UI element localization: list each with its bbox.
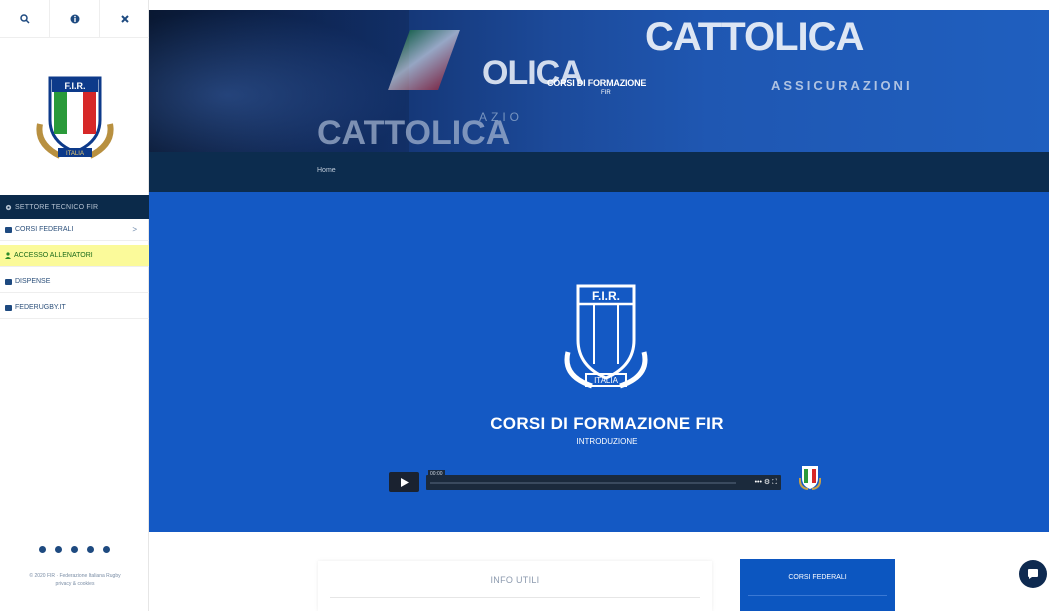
video-subtitle: INTRODUZIONE (576, 437, 638, 446)
privacy-link[interactable]: privacy & cookies (10, 580, 140, 588)
divider (330, 597, 700, 598)
copyright-line: © 2020 FIR · Federazione Italiana Rugby (29, 573, 121, 579)
divider (748, 595, 887, 596)
chat-button[interactable] (1019, 560, 1047, 588)
breadcrumb-home[interactable]: Home (317, 167, 336, 174)
page-title: CORSI DI FORMAZIONE (547, 78, 647, 88)
chevron-right-icon: > (132, 225, 137, 234)
flickr-icon[interactable] (103, 546, 110, 553)
sidebar: F.I.R. ITALIA SETTORE TECNICO FIR CORSI … (0, 0, 149, 611)
copyright-text: © 2020 FIR · Federazione Italiana Rugby … (10, 572, 140, 588)
video-progress-bar[interactable]: 00:00 ••• ⚙ ⛶ (426, 469, 781, 490)
search-icon (19, 13, 30, 24)
svg-text:ITALIA: ITALIA (66, 151, 84, 157)
hero-banner: CATTOLICA ASSICURAZIONI OLICA AZIO CATTO… (149, 10, 1049, 152)
play-button[interactable] (389, 472, 419, 492)
sidebar-item-accesso-allenatori[interactable]: ACCESSO ALLENATORI (0, 245, 149, 267)
fir-logo[interactable]: F.I.R. ITALIA (0, 38, 149, 190)
facebook-icon[interactable] (39, 546, 46, 553)
user-icon (5, 252, 11, 259)
sidebar-item-dispense[interactable]: DISPENSE (0, 271, 149, 293)
video-section: F.I.R. ITALIA CORSI DI FORMAZIONE FIR IN… (149, 192, 1049, 532)
gear-icon (5, 204, 12, 210)
instagram-icon[interactable] (71, 546, 78, 553)
twitter-icon[interactable] (55, 546, 62, 553)
fir-mini-crest-icon (799, 466, 821, 490)
corsi-federali-card[interactable]: CORSI FEDERALI (740, 559, 895, 611)
svg-text:F.I.R.: F.I.R. (64, 81, 85, 91)
list-icon (5, 226, 12, 233)
breadcrumb: Home (149, 152, 1049, 192)
page-subtitle: FIR (601, 90, 611, 96)
info-card: INFO UTILI (318, 561, 712, 611)
video-player[interactable]: 00:00 ••• ⚙ ⛶ (389, 469, 789, 492)
corsi-card-title: CORSI FEDERALI (788, 574, 847, 581)
document-icon (5, 278, 12, 285)
sidebar-top-toolbar (0, 0, 149, 38)
page: F.I.R. ITALIA SETTORE TECNICO FIR CORSI … (0, 0, 1049, 611)
external-link-icon (5, 304, 12, 311)
svg-text:ITALIA: ITALIA (594, 376, 619, 385)
nav-header-label: SETTORE TECNICO FIR (15, 203, 99, 211)
video-track[interactable] (430, 481, 736, 484)
svg-text:F.I.R.: F.I.R. (592, 289, 620, 303)
play-icon (400, 477, 409, 487)
info-button[interactable] (50, 0, 100, 38)
search-button[interactable] (0, 0, 50, 38)
video-controls[interactable]: ••• ⚙ ⛶ (755, 478, 777, 487)
close-icon (120, 14, 129, 23)
social-links (0, 546, 149, 553)
chat-icon (1028, 569, 1038, 579)
fir-crest-white-icon: F.I.R. ITALIA (564, 284, 648, 389)
info-icon (70, 14, 79, 23)
sidebar-item-federugby[interactable]: FEDERUGBY.IT (0, 297, 149, 319)
sidebar-item-label: CORSI FEDERALI (15, 226, 74, 233)
close-button[interactable] (100, 0, 149, 38)
sidebar-item-corsi-federali[interactable]: CORSI FEDERALI > (0, 219, 149, 241)
info-title: INFO UTILI (490, 575, 540, 585)
banner-sponsor-logo: CATTOLICA (645, 15, 864, 59)
banner-sponsor-jersey: CATTOLICA (317, 114, 511, 152)
video-time: 00:00 (428, 469, 445, 478)
banner-sponsor-subtitle: ASSICURAZIONI (771, 78, 913, 93)
fir-crest-logo: F.I.R. ITALIA (35, 76, 114, 159)
sidebar-item-label: FEDERUGBY.IT (15, 304, 66, 311)
video-title: CORSI DI FORMAZIONE FIR (490, 414, 724, 433)
nav-header-settore-tecnico[interactable]: SETTORE TECNICO FIR (0, 195, 149, 219)
sidebar-item-label: DISPENSE (15, 278, 51, 285)
youtube-icon[interactable] (87, 546, 94, 553)
sidebar-item-label: ACCESSO ALLENATORI (14, 252, 93, 259)
